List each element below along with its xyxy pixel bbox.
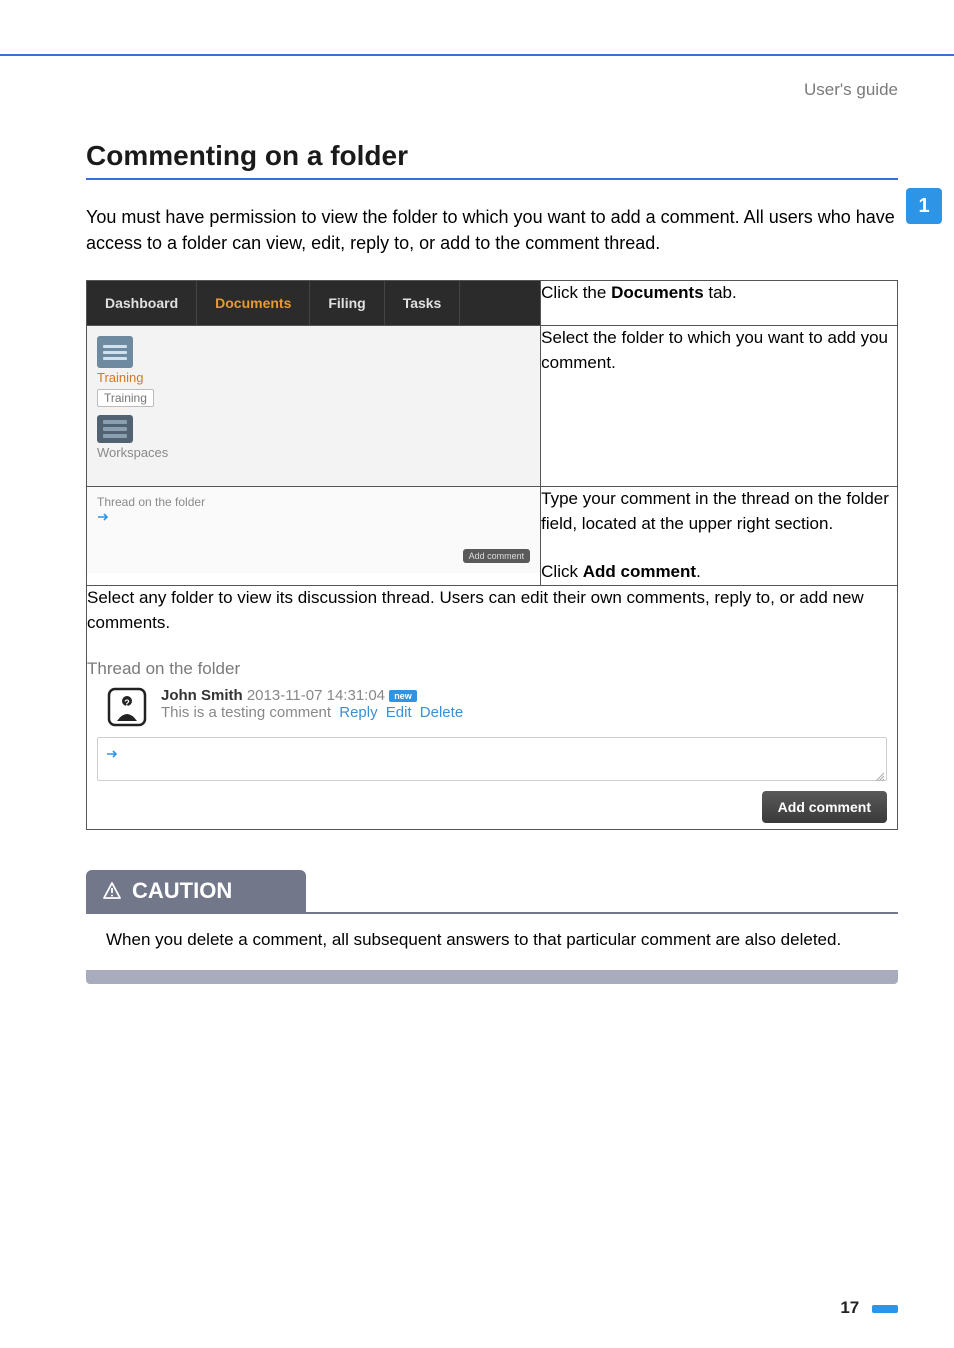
thread-label-small: Thread on the folder — [97, 495, 530, 509]
row4-intro: Select any folder to view its discussion… — [87, 586, 897, 635]
section-intro: You must have permission to view the fol… — [86, 204, 898, 256]
thread-label-big: Thread on the folder — [87, 659, 897, 679]
section-title: Commenting on a folder — [86, 140, 898, 180]
chapter-indicator: 1 — [906, 188, 942, 224]
page-number-chip — [872, 1305, 898, 1313]
page-header-label: User's guide — [0, 56, 954, 100]
workspaces-icon — [97, 415, 133, 443]
row3-instruction-1: Type your comment in the thread on the f… — [541, 487, 897, 536]
resize-handle-icon[interactable] — [874, 768, 884, 778]
page-number: 17 — [840, 1298, 898, 1318]
instruction-table: Dashboard Documents Filing Tasks Click t… — [86, 280, 898, 830]
svg-text:?: ? — [124, 698, 130, 708]
comment-body: This is a testing comment — [161, 704, 331, 721]
new-badge: new — [389, 690, 417, 702]
folder-tree-screenshot: Training Training Workspaces — [87, 326, 540, 486]
caution-header: CAUTION — [86, 870, 306, 912]
reply-arrow-icon — [97, 509, 111, 519]
comment-action-delete[interactable]: Delete — [420, 704, 463, 721]
reply-arrow-icon — [106, 746, 120, 756]
avatar-icon: ? — [107, 687, 147, 727]
caution-title: CAUTION — [132, 878, 232, 904]
caution-footer-bar — [86, 970, 898, 984]
comment-timestamp: 2013-11-07 14:31:04 — [247, 687, 385, 704]
tab-documents[interactable]: Documents — [197, 281, 310, 325]
folder-icon — [97, 336, 133, 368]
workspaces-label[interactable]: Workspaces — [97, 445, 530, 460]
warning-icon — [102, 881, 122, 901]
comment-action-edit[interactable]: Edit — [386, 704, 412, 721]
comment-input[interactable] — [97, 737, 887, 781]
tab-tasks[interactable]: Tasks — [385, 281, 461, 325]
row3-instruction-2: Click Add comment. — [541, 560, 897, 585]
add-comment-button-small[interactable]: Add comment — [463, 549, 531, 563]
chapter-number: 1 — [918, 195, 929, 218]
folder-chip-training[interactable]: Training — [97, 389, 154, 407]
folder-label-training[interactable]: Training — [97, 370, 530, 385]
caution-body: When you delete a comment, all subsequen… — [86, 912, 898, 970]
add-comment-button[interactable]: Add comment — [762, 791, 887, 823]
app-tab-bar: Dashboard Documents Filing Tasks — [87, 281, 540, 325]
comment-author: John Smith — [161, 687, 243, 704]
row2-instruction: Select the folder to which you want to a… — [541, 328, 888, 372]
page-top-bar — [0, 0, 954, 56]
tab-dashboard[interactable]: Dashboard — [87, 281, 197, 325]
comment-action-reply[interactable]: Reply — [339, 704, 377, 721]
row1-instruction: Click the Documents tab. — [541, 283, 737, 302]
tab-filing[interactable]: Filing — [310, 281, 384, 325]
caution-box: CAUTION When you delete a comment, all s… — [86, 870, 898, 984]
thread-panel-small: Thread on the folder Add comment — [87, 487, 540, 573]
comment-item: ? John Smith 2013-11-07 14:31:04 new Thi… — [87, 687, 897, 727]
